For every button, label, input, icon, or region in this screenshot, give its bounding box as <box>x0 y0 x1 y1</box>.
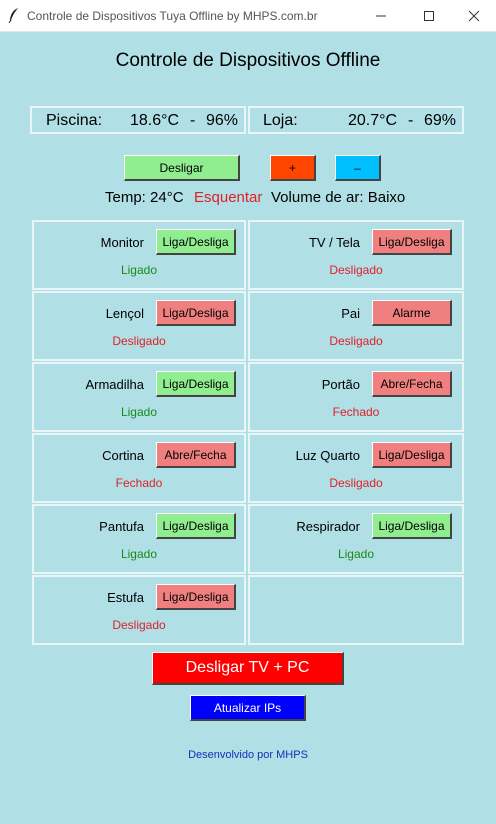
device-status-portao: Fechado <box>332 405 380 419</box>
device-name-pai: Pai <box>341 306 360 321</box>
temp-decrease-button[interactable]: – <box>335 155 381 181</box>
device-panel <box>248 575 464 645</box>
minimize-icon <box>376 15 386 16</box>
device-toggle-portao[interactable]: Abre/Fecha <box>372 371 452 397</box>
device-status-pantufa: Ligado <box>120 547 158 561</box>
device-name-armadilha: Armadilha <box>85 377 144 392</box>
sensor-loja-separator: - <box>408 112 414 129</box>
device-status-lencol: Desligado <box>112 334 166 348</box>
device-status-armadilha: Ligado <box>120 405 158 419</box>
device-name-lencol: Lençol <box>105 306 144 321</box>
device-toggle-luz-quarto[interactable]: Liga/Desliga <box>372 442 452 468</box>
sensor-piscina: Piscina: 18.6°C - 96% <box>30 106 246 134</box>
device-name-luz-quarto: Luz Quarto <box>295 448 360 463</box>
device-name-monitor: Monitor <box>100 235 144 250</box>
ac-air-volume: Volume de ar: Baixo <box>271 189 406 206</box>
device-status-cortina: Fechado <box>115 476 163 490</box>
device-toggle-estufa[interactable]: Liga/Desliga <box>156 584 236 610</box>
sensor-loja-temp: 20.7°C <box>348 112 398 129</box>
device-status-monitor: Ligado <box>120 263 158 277</box>
device-status-pai: Desligado <box>329 334 383 348</box>
ac-mode: Esquentar <box>194 189 263 206</box>
device-toggle-armadilha[interactable]: Liga/Desliga <box>156 371 236 397</box>
device-status-luz-quarto: Desligado <box>329 476 383 490</box>
device-name-pantufa: Pantufa <box>99 519 144 534</box>
ac-power-button[interactable]: Desligar <box>124 155 240 181</box>
sensor-loja: Loja: 20.7°C - 69% <box>248 106 464 134</box>
close-button[interactable] <box>451 0 496 31</box>
sensor-loja-name: Loja: <box>263 112 298 129</box>
device-toggle-pai[interactable]: Alarme <box>372 300 452 326</box>
device-name-tv-tela: TV / Tela <box>308 235 360 250</box>
close-icon <box>468 10 480 21</box>
minimize-button[interactable] <box>358 0 404 31</box>
ac-temperature: Temp: 24°C <box>105 189 184 206</box>
device-name-cortina: Cortina <box>102 448 144 463</box>
update-ips-button[interactable]: Atualizar IPs <box>190 695 306 721</box>
maximize-button[interactable] <box>406 0 452 31</box>
footer-credit: Desenvolvido por MHPS <box>188 749 308 761</box>
device-toggle-monitor[interactable]: Liga/Desliga <box>156 229 236 255</box>
maximize-icon <box>424 10 434 21</box>
device-toggle-cortina[interactable]: Abre/Fecha <box>156 442 236 468</box>
device-toggle-respirador[interactable]: Liga/Desliga <box>372 513 452 539</box>
feather-icon <box>8 8 18 23</box>
device-name-estufa: Estufa <box>107 590 144 605</box>
temp-increase-button[interactable]: + <box>270 155 316 181</box>
window-title: Controle de Dispositivos Tuya Offline by… <box>27 9 318 23</box>
window-titlebar: Controle de Dispositivos Tuya Offline by… <box>0 0 496 32</box>
shutdown-tv-pc-button[interactable]: Desligar TV + PC <box>152 652 344 685</box>
sensor-loja-humidity: 69% <box>424 112 457 129</box>
sensor-piscina-name: Piscina: <box>46 112 103 129</box>
sensor-piscina-separator: - <box>190 112 196 129</box>
device-toggle-tv-tela[interactable]: Liga/Desliga <box>372 229 452 255</box>
device-name-respirador: Respirador <box>296 519 360 534</box>
page-title: Controle de Dispositivos Offline <box>115 50 381 71</box>
sensor-piscina-temp: 18.6°C <box>130 112 180 129</box>
device-status-tv-tela: Desligado <box>329 263 383 277</box>
device-toggle-lencol[interactable]: Liga/Desliga <box>156 300 236 326</box>
device-status-estufa: Desligado <box>112 618 166 632</box>
device-name-portao: Portão <box>321 377 360 392</box>
sensor-piscina-humidity: 96% <box>206 112 239 129</box>
device-toggle-pantufa[interactable]: Liga/Desliga <box>156 513 236 539</box>
device-status-respirador: Ligado <box>337 547 375 561</box>
